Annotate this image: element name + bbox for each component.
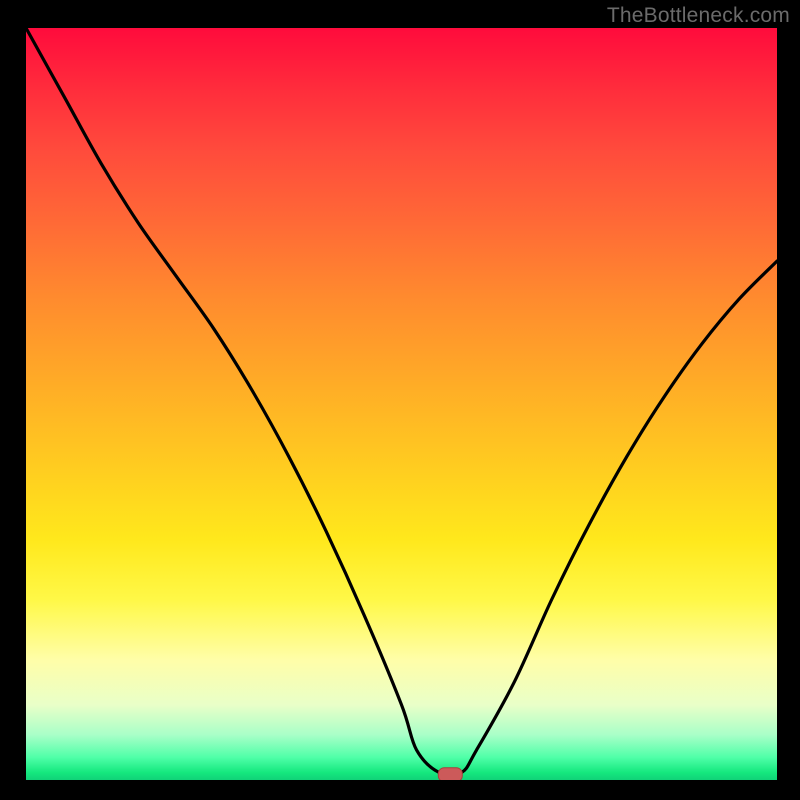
watermark-text: TheBottleneck.com (607, 4, 790, 28)
bottleneck-curve (26, 28, 777, 775)
plot-svg (26, 28, 777, 780)
optimum-marker (438, 768, 462, 780)
plot-area (26, 28, 777, 780)
chart-stage: TheBottleneck.com (0, 0, 800, 800)
